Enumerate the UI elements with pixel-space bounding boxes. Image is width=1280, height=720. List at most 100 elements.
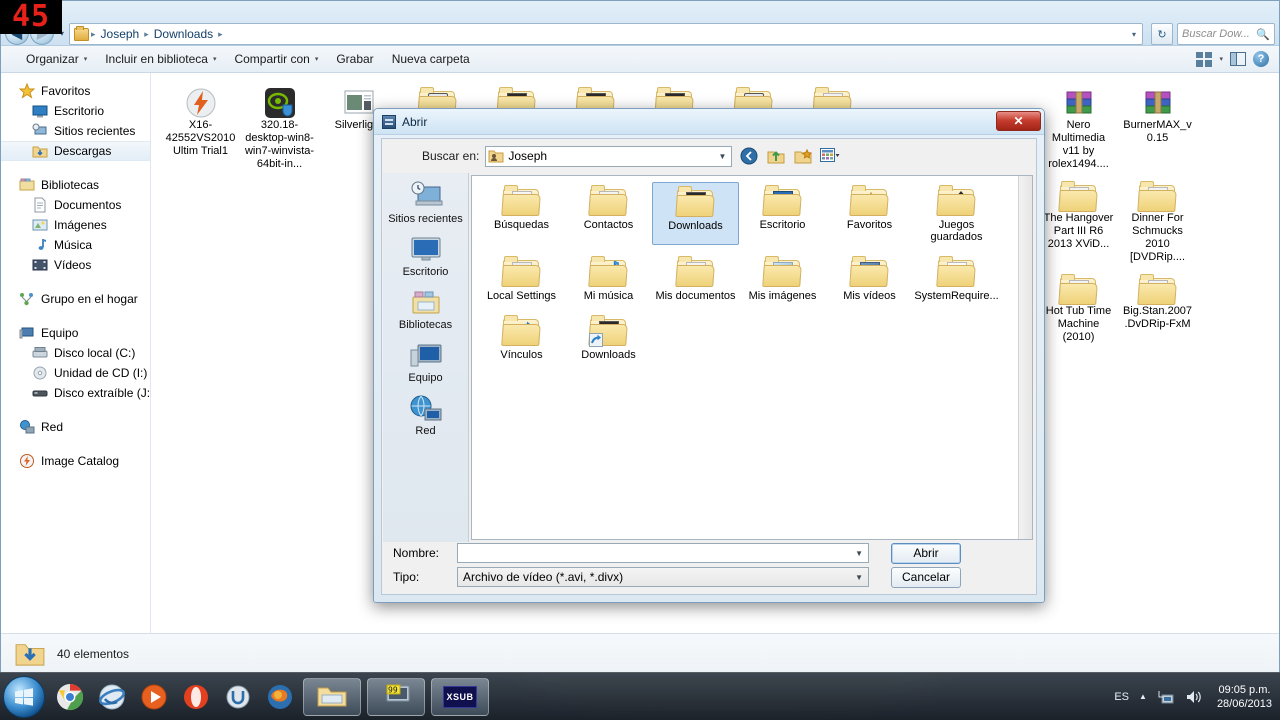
search-input[interactable]: Buscar Dow... 🔍 xyxy=(1177,23,1275,45)
breadcrumb-user[interactable]: Joseph xyxy=(98,26,143,42)
sidebar-item-favoritos[interactable]: Favoritos xyxy=(1,81,150,101)
file-item[interactable]: X16-42552VS2010Ultim Trial1 xyxy=(163,83,238,171)
xsub-task[interactable]: XSUB xyxy=(431,677,489,716)
file-item[interactable]: Hot Tub Time Machine (2010) xyxy=(1041,270,1116,344)
dialog-item-label: Local Settings xyxy=(486,290,557,302)
dialog-item-vinculos[interactable]: Vínculos xyxy=(478,312,565,363)
breadcrumb-folder[interactable]: Downloads xyxy=(151,26,216,42)
dialog-item-mis-documentos[interactable]: Mis documentos xyxy=(652,253,739,304)
cmd-grabar[interactable]: Grabar xyxy=(327,48,382,70)
cmd-compartir-con[interactable]: Compartir con ▾ xyxy=(225,48,327,70)
media-task[interactable]: 99 xyxy=(367,677,425,716)
chrome-icon[interactable] xyxy=(53,680,87,714)
place-sitios-recientes[interactable]: Sitios recientes xyxy=(385,181,467,225)
dialog-item-downloads-shortcut[interactable]: Downloads xyxy=(565,312,652,363)
dialog-item-downloads[interactable]: Downloads xyxy=(652,182,739,245)
cmd-incluir-en-biblioteca[interactable]: Incluir en biblioteca ▾ xyxy=(96,48,225,70)
address-bar[interactable]: ▸ Joseph ▸ Downloads ▸ ▾ xyxy=(69,23,1143,45)
sidebar-item-sitios-recientes[interactable]: Sitios recientes xyxy=(1,121,150,141)
folder-saved-games-icon xyxy=(935,185,976,216)
new-folder-icon[interactable] xyxy=(792,146,813,166)
open-button-label: Abrir xyxy=(913,546,939,560)
file-item[interactable]: Big.Stan.2007.DvDRip-FxM xyxy=(1120,270,1195,344)
address-dropdown-icon[interactable]: ▾ xyxy=(1132,30,1140,39)
file-item[interactable]: Dinner For Schmucks 2010 [DVDRip.... xyxy=(1120,177,1195,264)
media-task-badge: 99 xyxy=(388,685,398,694)
chevron-down-icon[interactable]: ▼ xyxy=(855,573,866,582)
sidebar-item-unidad-de-cd[interactable]: Unidad de CD (I:) U3 xyxy=(1,363,150,383)
sidebar-item-grupo-en-el-hogar[interactable]: Grupo en el hogar xyxy=(1,289,150,309)
place-equipo[interactable]: Equipo xyxy=(385,342,467,384)
cmd-label: Compartir con xyxy=(234,52,310,66)
look-in-combobox[interactable]: Joseph ▼ xyxy=(485,145,733,167)
dialog-item-label: Downloads xyxy=(581,349,636,361)
refresh-button[interactable]: ↻ xyxy=(1151,23,1173,45)
place-escritorio[interactable]: Escritorio xyxy=(385,236,467,278)
sidebar-item-videos[interactable]: Vídeos xyxy=(1,255,150,275)
explorer-folder-icon xyxy=(317,687,347,706)
daemon-tools-icon xyxy=(186,88,215,118)
dialog-item-local-settings[interactable]: Local Settings xyxy=(478,253,565,304)
open-button[interactable]: Abrir xyxy=(891,542,961,564)
volume-tray-icon[interactable] xyxy=(1185,689,1203,705)
file-item[interactable]: 320.18-desktop-win8-win7-winvista-64bit-… xyxy=(242,83,317,171)
dialog-item-busquedas[interactable]: Búsquedas xyxy=(478,182,565,245)
windows-explorer-task[interactable] xyxy=(303,677,361,716)
show-hidden-icons-button[interactable]: ▲ xyxy=(1139,692,1147,701)
cancel-button[interactable]: Cancelar xyxy=(891,566,961,588)
dialog-item-mis-imagenes[interactable]: Mis imágenes xyxy=(739,253,826,304)
sidebar-item-disco-extraible-j[interactable]: Disco extraíble (J:) xyxy=(1,383,150,403)
chevron-down-icon[interactable]: ▾ xyxy=(1219,55,1223,63)
cmd-organizar[interactable]: Organizar ▾ xyxy=(17,48,96,70)
start-button[interactable] xyxy=(3,675,45,718)
dialog-item-mis-videos[interactable]: Mis vídeos xyxy=(826,253,913,304)
chevron-down-icon[interactable]: ▼ xyxy=(855,549,866,558)
internet-explorer-icon[interactable] xyxy=(95,680,129,714)
views-icon[interactable] xyxy=(819,146,840,166)
sidebar-item-bibliotecas[interactable]: Bibliotecas xyxy=(1,175,150,195)
sidebar-item-documentos[interactable]: Documentos xyxy=(1,195,150,215)
cmd-nueva-carpeta[interactable]: Nueva carpeta xyxy=(383,48,479,70)
downloads-folder-icon xyxy=(15,643,45,666)
opera-icon[interactable] xyxy=(179,680,213,714)
sidebar-item-descargas[interactable]: Descargas xyxy=(1,141,150,161)
network-tray-icon[interactable] xyxy=(1157,689,1175,705)
dialog-item-mi-musica[interactable]: Mi música xyxy=(565,253,652,304)
file-name-input[interactable]: ▼ xyxy=(457,543,869,563)
place-bibliotecas[interactable]: Bibliotecas xyxy=(385,289,467,331)
back-icon[interactable] xyxy=(738,146,759,166)
file-item[interactable]: Nero Multimedia v11 by rolex1494.... xyxy=(1041,83,1116,171)
dialog-item-systemrequire[interactable]: SystemRequire... xyxy=(913,253,1000,304)
chevron-down-icon[interactable]: ▼ xyxy=(718,152,729,161)
dialog-item-contactos[interactable]: Contactos xyxy=(565,182,652,245)
sidebar-item-escritorio[interactable]: Escritorio xyxy=(1,101,150,121)
preview-pane-icon[interactable] xyxy=(1230,52,1246,66)
sidebar-item-equipo[interactable]: Equipo xyxy=(1,323,150,343)
sidebar-item-musica[interactable]: Música xyxy=(1,235,150,255)
file-item[interactable]: BurnerMAX_v0.15 xyxy=(1120,83,1195,171)
dialog-item-juegos-guardados[interactable]: Juegos guardados xyxy=(913,182,1000,245)
dialog-item-favoritos[interactable]: Favoritos xyxy=(826,182,913,245)
up-one-level-icon[interactable] xyxy=(765,146,786,166)
folder-video-icon xyxy=(1136,181,1177,212)
sidebar-item-imagenes[interactable]: Imágenes xyxy=(1,215,150,235)
chevron-down-icon: ▾ xyxy=(314,56,319,63)
dialog-item-escritorio[interactable]: Escritorio xyxy=(739,182,826,245)
file-type-combobox[interactable]: Archivo de vídeo (*.avi, *.divx) ▼ xyxy=(457,567,869,587)
file-item[interactable]: The Hangover Part III R6 2013 XViD... xyxy=(1041,177,1116,264)
dialog-list-scrollbar[interactable] xyxy=(1018,176,1032,539)
close-button[interactable]: ✕ xyxy=(996,111,1041,131)
media-player-icon[interactable] xyxy=(137,680,171,714)
language-indicator[interactable]: ES xyxy=(1114,691,1129,703)
sidebar-item-image-catalog[interactable]: Image Catalog xyxy=(1,451,150,471)
clock[interactable]: 09:05 p.m. 28/06/2013 xyxy=(1213,683,1272,711)
help-icon[interactable]: ? xyxy=(1253,51,1269,67)
sidebar-item-red[interactable]: Red xyxy=(1,417,150,437)
dialog-file-list[interactable]: Búsquedas Contactos Downloads Escritorio… xyxy=(471,175,1033,540)
change-view-icon[interactable] xyxy=(1196,51,1213,67)
sidebar-item-disco-local-c[interactable]: Disco local (C:) xyxy=(1,343,150,363)
utorrent-icon[interactable] xyxy=(221,680,255,714)
sidebar-label: Red xyxy=(41,420,64,434)
place-red[interactable]: Red xyxy=(385,395,467,437)
firefox-icon[interactable] xyxy=(263,680,297,714)
